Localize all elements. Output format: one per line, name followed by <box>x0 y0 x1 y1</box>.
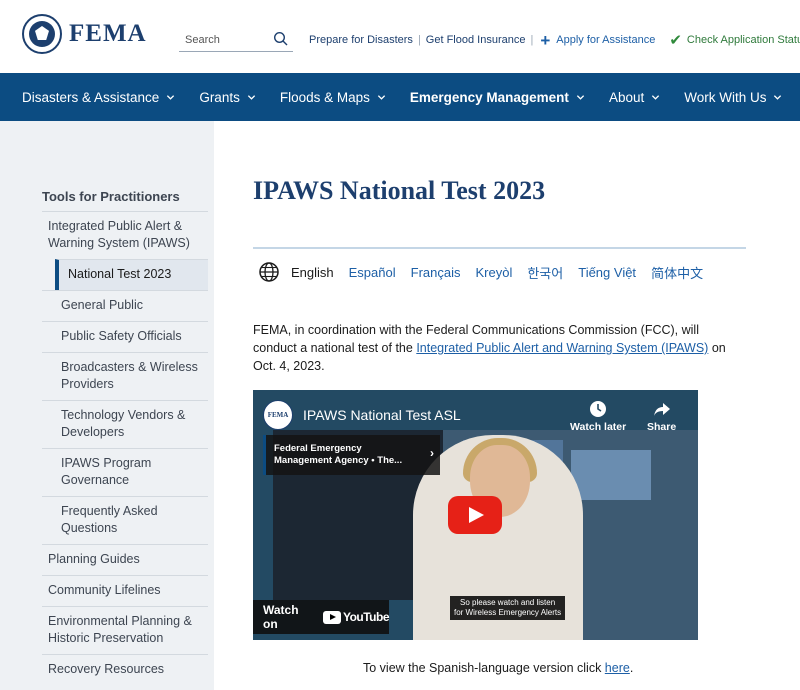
sidebar-list: Integrated Public Alert & Warning System… <box>42 211 208 685</box>
chevron-down-icon <box>652 94 660 100</box>
chevron-down-icon <box>377 94 386 100</box>
flood-insurance-link[interactable]: Get Flood Insurance <box>426 34 526 46</box>
sidebar-item-national-test-2023[interactable]: National Test 2023 <box>55 259 208 290</box>
globe-icon <box>259 262 279 282</box>
nav-label: Work With Us <box>684 89 767 105</box>
language-vietnamese[interactable]: Tiếng Việt <box>578 265 636 280</box>
share-button[interactable]: Share <box>647 400 676 433</box>
language-korean[interactable]: 한국어 <box>527 263 563 282</box>
video-title[interactable]: IPAWS National Test ASL <box>303 407 461 423</box>
video-header: FEMA IPAWS National Test ASL <box>263 400 461 430</box>
youtube-wordmark: YouTube <box>342 610 390 624</box>
apply-assistance-link[interactable]: Apply for Assistance <box>556 34 655 46</box>
sidebar-item-faq[interactable]: Frequently Asked Questions <box>42 496 208 544</box>
fema-logo[interactable]: FEMA <box>22 14 147 54</box>
nav-label: Floods & Maps <box>279 89 370 105</box>
logo-text: FEMA <box>69 20 147 47</box>
nav-disasters-assistance[interactable]: Disasters & Assistance <box>22 90 175 105</box>
nav-label: Emergency Management <box>409 89 569 105</box>
search-icon[interactable] <box>273 31 289 47</box>
check-status-link[interactable]: Check Application Status <box>687 34 800 46</box>
dhs-seal-icon <box>22 14 62 54</box>
search-box <box>179 30 293 52</box>
sidebar: Tools for Practitioners Integrated Publi… <box>0 121 214 690</box>
video-player[interactable]: FEMA IPAWS National Test ASL Watch later… <box>253 390 698 640</box>
spanish-text-end: . <box>629 661 634 675</box>
site-header: FEMA Prepare for Disasters | Get Flood I… <box>0 0 800 73</box>
prepare-link[interactable]: Prepare for Disasters <box>309 34 413 46</box>
intro-paragraph: FEMA, in coordination with the Federal C… <box>253 321 733 375</box>
caption-line: for Wireless Emergency Alerts <box>454 608 562 617</box>
sidebar-item-planning-guides[interactable]: Planning Guides <box>42 544 208 575</box>
share-label: Share <box>647 421 677 433</box>
chevron-right-icon: › <box>430 446 434 460</box>
language-francais[interactable]: Français <box>411 265 461 280</box>
language-selector: English Español Français Kreyòl 한국어 Tiến… <box>258 261 718 283</box>
sidebar-item-public-safety-officials[interactable]: Public Safety Officials <box>42 321 208 352</box>
divider: | <box>530 34 534 46</box>
nav-grants[interactable]: Grants <box>199 90 256 105</box>
youtube-play-icon <box>322 610 341 624</box>
language-chinese[interactable]: 简体中文 <box>651 263 703 282</box>
chevron-down-icon <box>576 94 585 100</box>
spanish-version-text: To view the Spanish-language version cli… <box>363 661 633 675</box>
chevron-down-icon <box>247 94 255 100</box>
nav-label: About <box>608 89 645 105</box>
chevron-down-icon <box>774 94 782 100</box>
nav-about[interactable]: About <box>609 90 660 105</box>
chevron-down-icon <box>167 94 175 100</box>
sidebar-item-ipaws[interactable]: Integrated Public Alert & Warning System… <box>42 211 208 259</box>
card-text: Federal Emergency Management Agency • Th… <box>274 443 403 466</box>
nav-emergency-management[interactable]: Emergency Management <box>410 90 585 105</box>
sidebar-item-broadcasters[interactable]: Broadcasters & Wireless Providers <box>42 352 208 400</box>
main-nav: Disasters & Assistance Grants Floods & M… <box>0 73 800 121</box>
ipaws-link[interactable]: Integrated Public Alert and Warning Syst… <box>416 341 708 355</box>
sidebar-item-community-lifelines[interactable]: Community Lifelines <box>42 575 208 606</box>
sidebar-item-general-public[interactable]: General Public <box>42 290 208 321</box>
watch-on-youtube-button[interactable]: Watch on YouTube <box>253 600 390 634</box>
utility-links: Prepare for Disasters | Get Flood Insura… <box>309 30 800 50</box>
sidebar-item-program-governance[interactable]: IPAWS Program Governance <box>42 448 208 496</box>
nav-work-with-us[interactable]: Work With Us <box>684 90 782 105</box>
divider: | <box>417 34 421 46</box>
checkmark-icon: ✔ <box>669 31 682 49</box>
caption-line: So please watch and listen <box>459 598 556 607</box>
play-icon <box>469 507 484 523</box>
page-title: IPAWS National Test 2023 <box>253 176 546 205</box>
sidebar-item-environmental-planning[interactable]: Environmental Planning & Historic Preser… <box>42 606 208 654</box>
watch-later-button[interactable]: Watch later <box>570 400 626 433</box>
video-info-card[interactable]: Federal Emergency Management Agency • Th… <box>263 435 440 475</box>
play-button[interactable] <box>448 496 502 534</box>
search-input[interactable] <box>179 30 269 50</box>
spanish-text: To view the Spanish-language version cli… <box>363 661 605 675</box>
video-caption: So please watch and listen for Wireless … <box>450 596 566 620</box>
nav-floods-maps[interactable]: Floods & Maps <box>280 90 386 105</box>
channel-avatar[interactable]: FEMA <box>263 400 293 430</box>
sidebar-item-technology-vendors[interactable]: Technology Vendors & Developers <box>42 400 208 448</box>
youtube-logo: YouTube <box>322 610 390 624</box>
sidebar-heading[interactable]: Tools for Practitioners <box>42 189 180 204</box>
plus-icon: + <box>540 30 551 50</box>
title-divider <box>253 247 746 249</box>
language-espanol[interactable]: Español <box>349 265 396 280</box>
watch-later-label: Watch later <box>570 421 627 433</box>
nav-label: Grants <box>199 89 240 105</box>
sidebar-item-recovery-resources[interactable]: Recovery Resources <box>42 654 208 685</box>
clock-icon <box>590 401 607 417</box>
language-kreyol[interactable]: Kreyòl <box>475 265 512 280</box>
share-arrow-icon <box>653 403 670 416</box>
nav-label: Disasters & Assistance <box>22 89 160 105</box>
language-english[interactable]: English <box>291 265 334 280</box>
video-frame-screen <box>571 450 651 500</box>
watch-on-label: Watch on <box>263 603 299 631</box>
spanish-version-link[interactable]: here <box>605 661 630 675</box>
